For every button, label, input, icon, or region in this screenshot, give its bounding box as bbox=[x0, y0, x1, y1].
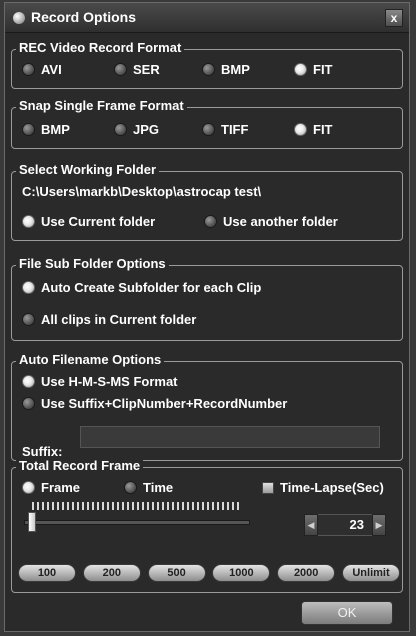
snap-format-group: Snap Single Frame Format BMP JPG TIFF FI… bbox=[11, 98, 403, 149]
radio-label: BMP bbox=[41, 122, 70, 137]
preset-200-button[interactable]: 200 bbox=[82, 564, 141, 582]
slider-track bbox=[24, 520, 250, 525]
radio-auto-create-subfolder[interactable]: Auto Create Subfolder for each Clip bbox=[22, 280, 261, 295]
radio-dot-selected-icon bbox=[22, 215, 35, 228]
preset-500-button[interactable]: 500 bbox=[147, 564, 206, 582]
rec-video-format-legend: REC Video Record Format bbox=[16, 40, 185, 55]
radio-hms-format[interactable]: Use H-M-S-MS Format bbox=[22, 374, 178, 389]
radio-video-ser[interactable]: SER bbox=[114, 62, 160, 77]
radio-dot-selected-icon bbox=[294, 123, 307, 136]
radio-label: Use Suffix+ClipNumber+RecordNumber bbox=[41, 396, 288, 411]
ok-button[interactable]: OK bbox=[301, 601, 393, 625]
radio-dot-icon bbox=[22, 313, 35, 326]
record-options-window: Record Options x REC Video Record Format… bbox=[4, 2, 410, 632]
radio-snap-tiff[interactable]: TIFF bbox=[202, 122, 248, 137]
spinner-decrement-button[interactable]: ◀ bbox=[304, 514, 318, 536]
radio-dot-selected-icon bbox=[294, 63, 307, 76]
title-bar: Record Options x bbox=[5, 3, 409, 33]
radio-use-current-folder[interactable]: Use Current folder bbox=[22, 214, 155, 229]
radio-all-clips-current-folder[interactable]: All clips in Current folder bbox=[22, 312, 196, 327]
radio-label: All clips in Current folder bbox=[41, 312, 197, 327]
radio-label: Use Current folder bbox=[41, 214, 156, 229]
suffix-label: Suffix: bbox=[22, 444, 63, 459]
radio-snap-bmp[interactable]: BMP bbox=[22, 122, 70, 137]
app-icon bbox=[13, 12, 25, 24]
radio-dot-icon bbox=[22, 397, 35, 410]
auto-filename-group: Auto Filename Options Use H-M-S-MS Forma… bbox=[11, 352, 403, 461]
snap-format-legend: Snap Single Frame Format bbox=[16, 98, 187, 113]
sub-folder-group: File Sub Folder Options Auto Create Subf… bbox=[11, 256, 403, 341]
radio-use-another-folder[interactable]: Use another folder bbox=[204, 214, 338, 229]
preset-2000-button[interactable]: 2000 bbox=[277, 564, 336, 582]
radio-dot-icon bbox=[22, 63, 35, 76]
record-frame-slider[interactable] bbox=[24, 500, 250, 536]
radio-snap-fit[interactable]: FIT bbox=[294, 122, 333, 137]
radio-dot-icon bbox=[204, 215, 217, 228]
checkbox-icon bbox=[262, 481, 274, 494]
radio-dot-selected-icon bbox=[22, 281, 35, 294]
record-frame-spinner: ◀ 23 ▶ bbox=[304, 514, 386, 536]
slider-thumb[interactable] bbox=[28, 512, 36, 532]
total-record-legend: Total Record Frame bbox=[16, 458, 144, 473]
rec-video-format-group: REC Video Record Format AVI SER BMP FIT bbox=[11, 40, 403, 89]
radio-video-bmp[interactable]: BMP bbox=[202, 62, 250, 77]
working-folder-group: Select Working Folder C:\Users\markb\Des… bbox=[11, 162, 403, 241]
radio-dot-icon bbox=[124, 481, 137, 494]
close-button[interactable]: x bbox=[385, 9, 403, 27]
radio-dot-selected-icon bbox=[22, 481, 35, 494]
preset-1000-button[interactable]: 1000 bbox=[212, 564, 271, 582]
total-record-group: Total Record Frame Frame Time Time-Lapse… bbox=[11, 458, 403, 593]
radio-dot-icon bbox=[202, 63, 215, 76]
spinner-increment-button[interactable]: ▶ bbox=[372, 514, 386, 536]
suffix-input[interactable] bbox=[80, 426, 380, 448]
radio-label: BMP bbox=[221, 62, 250, 77]
radio-dot-icon bbox=[202, 123, 215, 136]
spinner-value[interactable]: 23 bbox=[318, 514, 372, 536]
auto-filename-legend: Auto Filename Options bbox=[16, 352, 165, 367]
radio-video-fit[interactable]: FIT bbox=[294, 62, 333, 77]
radio-snap-jpg[interactable]: JPG bbox=[114, 122, 159, 137]
preset-unlimit-button[interactable]: Unlimit bbox=[341, 564, 400, 582]
preset-buttons: 100 200 500 1000 2000 Unlimit bbox=[18, 564, 400, 582]
radio-suffix-clip-record[interactable]: Use Suffix+ClipNumber+RecordNumber bbox=[22, 396, 287, 411]
radio-label: Frame bbox=[41, 480, 81, 495]
radio-label: TIFF bbox=[221, 122, 249, 137]
radio-label: FIT bbox=[313, 122, 333, 137]
radio-label: Auto Create Subfolder for each Clip bbox=[41, 280, 262, 295]
radio-time[interactable]: Time bbox=[124, 480, 173, 495]
sub-folder-legend: File Sub Folder Options bbox=[16, 256, 169, 271]
radio-label: Use H-M-S-MS Format bbox=[41, 374, 178, 389]
working-folder-path: C:\Users\markb\Desktop\astrocap test\ bbox=[22, 184, 262, 199]
radio-frame[interactable]: Frame bbox=[22, 480, 80, 495]
preset-100-button[interactable]: 100 bbox=[18, 564, 76, 582]
radio-dot-icon bbox=[114, 123, 127, 136]
working-folder-legend: Select Working Folder bbox=[16, 162, 160, 177]
radio-label: JPG bbox=[133, 122, 160, 137]
radio-dot-icon bbox=[114, 63, 127, 76]
radio-label: FIT bbox=[313, 62, 333, 77]
radio-video-avi[interactable]: AVI bbox=[22, 62, 62, 77]
radio-label: SER bbox=[133, 62, 160, 77]
slider-ticks bbox=[32, 502, 242, 510]
radio-dot-icon bbox=[22, 123, 35, 136]
radio-label: Use another folder bbox=[223, 214, 338, 229]
radio-label: AVI bbox=[41, 62, 62, 77]
window-title: Record Options bbox=[31, 9, 137, 25]
checkbox-label: Time-Lapse(Sec) bbox=[280, 480, 384, 495]
timelapse-checkbox[interactable]: Time-Lapse(Sec) bbox=[262, 480, 384, 495]
radio-label: Time bbox=[143, 480, 174, 495]
radio-dot-selected-icon bbox=[22, 375, 35, 388]
